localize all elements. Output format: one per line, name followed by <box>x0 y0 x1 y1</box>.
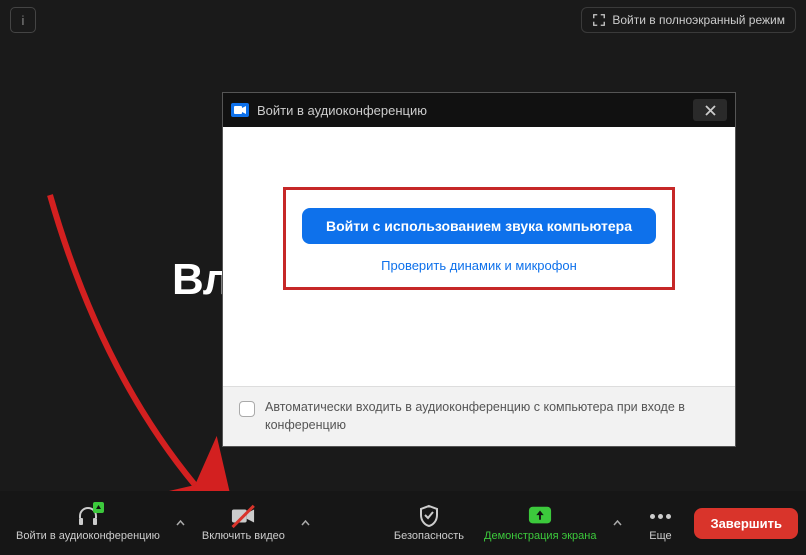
more-control[interactable]: Еще <box>630 500 690 546</box>
fullscreen-button[interactable]: Войти в полноэкранный режим <box>581 7 796 33</box>
chevron-up-icon <box>613 520 622 526</box>
end-meeting-button[interactable]: Завершить <box>694 508 798 539</box>
fullscreen-icon <box>592 13 606 27</box>
start-video-label: Включить видео <box>202 530 285 542</box>
more-icon <box>648 504 672 528</box>
meeting-toolbar: Войти в аудиоконференцию Включить видео … <box>0 491 806 555</box>
dialog-footer: Автоматически входить в аудиоконференцию… <box>223 386 735 446</box>
share-screen-control[interactable]: Демонстрация экрана <box>476 500 604 546</box>
auto-join-checkbox[interactable] <box>239 401 255 417</box>
dialog-body: Войти с использованием звука компьютера … <box>223 127 735 310</box>
arrow-up-badge <box>93 502 104 513</box>
info-button[interactable]: i <box>10 7 36 33</box>
security-label: Безопасность <box>394 530 464 542</box>
join-audio-dialog: Войти в аудиоконференцию Войти с использ… <box>222 92 736 447</box>
more-label: Еще <box>649 530 671 542</box>
video-chevron[interactable] <box>297 491 315 555</box>
join-audio-label: Войти в аудиоконференцию <box>16 530 160 542</box>
share-screen-label: Демонстрация экрана <box>484 530 596 542</box>
share-icon <box>528 504 552 528</box>
security-control[interactable]: Безопасность <box>386 500 472 546</box>
zoom-icon <box>231 103 249 117</box>
video-icon <box>231 504 255 528</box>
close-icon <box>705 105 716 116</box>
close-button[interactable] <box>693 99 727 121</box>
headphones-icon <box>76 504 100 528</box>
auto-join-label: Автоматически входить в аудиоконференцию… <box>265 399 719 434</box>
chevron-up-icon <box>176 520 185 526</box>
shield-icon <box>417 504 441 528</box>
join-audio-control[interactable]: Войти в аудиоконференцию <box>8 500 168 546</box>
share-chevron[interactable] <box>608 491 626 555</box>
start-video-control[interactable]: Включить видео <box>194 500 293 546</box>
fullscreen-label: Войти в полноэкранный режим <box>612 13 785 27</box>
chevron-up-icon <box>301 520 310 526</box>
dialog-titlebar: Войти в аудиоконференцию <box>223 93 735 127</box>
audio-chevron[interactable] <box>172 491 190 555</box>
join-computer-audio-button[interactable]: Войти с использованием звука компьютера <box>302 208 656 244</box>
dialog-title-text: Войти в аудиоконференцию <box>257 103 427 118</box>
test-speaker-mic-link[interactable]: Проверить динамик и микрофон <box>294 258 664 273</box>
highlight-box: Войти с использованием звука компьютера … <box>283 187 675 290</box>
